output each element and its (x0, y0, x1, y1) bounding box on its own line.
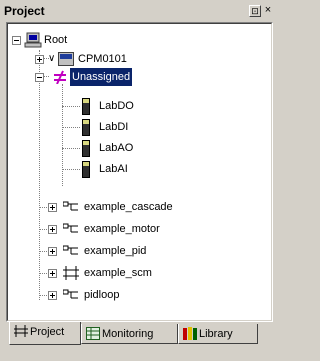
collapse-toggle-unassigned[interactable] (35, 73, 44, 82)
tree-node-program[interactable]: example_pid (8, 242, 268, 260)
tab-label: Project (30, 326, 65, 338)
tree-node-label: example_cascade (84, 201, 173, 213)
tab-label: Library (199, 328, 233, 340)
tree-node-label: example_scm (84, 267, 152, 279)
tree-node-program[interactable]: example_cascade (8, 198, 268, 216)
tree-node-label: example_pid (84, 245, 147, 257)
panel-title: Project (4, 4, 45, 18)
project-tree[interactable]: Root ∨ CPM0101 Unassigned LabDO LabDI La… (6, 22, 273, 322)
tree-node-io[interactable]: LabDI (8, 118, 268, 136)
expand-toggle[interactable] (48, 247, 57, 256)
not-equal-icon (54, 70, 66, 84)
expand-toggle-cpm[interactable] (35, 55, 44, 64)
chevron-down-icon: ∨ (48, 53, 56, 64)
tree-node-unassigned[interactable]: Unassigned (8, 67, 268, 87)
project-tab-icon (14, 325, 28, 337)
panel-tabs: Project Monitoring Library (6, 322, 273, 354)
tab-project[interactable]: Project (9, 322, 81, 345)
tree-node-label: LabDO (99, 100, 134, 112)
tab-monitoring[interactable]: Monitoring (81, 324, 178, 344)
control-module-icon (63, 245, 78, 255)
sequence-module-icon (63, 266, 79, 280)
tree-node-label: pidloop (84, 289, 120, 301)
tree-node-label: LabDI (99, 121, 129, 133)
tree-node-program[interactable]: pidloop (8, 286, 268, 304)
tree-node-label: CPM0101 (78, 53, 127, 65)
control-module-icon (63, 223, 78, 233)
tree-node-label: Root (44, 34, 68, 46)
tree-node-program[interactable]: example_motor (8, 220, 268, 238)
tab-label: Monitoring (102, 328, 154, 340)
control-module-icon (63, 289, 78, 299)
expand-toggle[interactable] (48, 203, 57, 212)
tree-node-io[interactable]: LabAI (8, 160, 268, 178)
monitoring-tab-icon (86, 327, 100, 340)
computer-icon (24, 32, 42, 48)
panel-titlebar: Project ⊡ × (2, 2, 277, 20)
io-module-icon (82, 161, 90, 178)
tree-node-program[interactable]: example_scm (8, 264, 268, 282)
tree-node-cpm[interactable]: ∨ CPM0101 (8, 50, 268, 68)
cpu-module-icon (58, 52, 74, 66)
collapse-toggle-root[interactable] (12, 36, 21, 45)
pin-button[interactable]: ⊡ (249, 5, 261, 17)
control-module-icon (63, 201, 78, 211)
library-tab-icon (183, 327, 197, 340)
expand-toggle[interactable] (48, 291, 57, 300)
tree-node-io[interactable]: LabDO (8, 97, 268, 115)
project-panel: Project ⊡ × Root ∨ CPM0101 Unassigned La… (0, 0, 279, 361)
io-module-icon (82, 98, 90, 115)
expand-toggle[interactable] (48, 269, 57, 278)
tab-library[interactable]: Library (178, 324, 258, 344)
tree-node-io[interactable]: LabAO (8, 139, 268, 157)
tree-node-root[interactable]: Root (8, 31, 268, 49)
io-module-icon (82, 119, 90, 136)
tree-node-label: example_motor (84, 223, 160, 235)
expand-toggle[interactable] (48, 225, 57, 234)
tree-node-label: Unassigned (68, 67, 134, 87)
io-module-icon (82, 140, 90, 157)
tree-node-label: LabAO (99, 142, 134, 154)
tree-node-label: LabAI (99, 163, 128, 175)
close-button[interactable]: × (262, 5, 274, 17)
